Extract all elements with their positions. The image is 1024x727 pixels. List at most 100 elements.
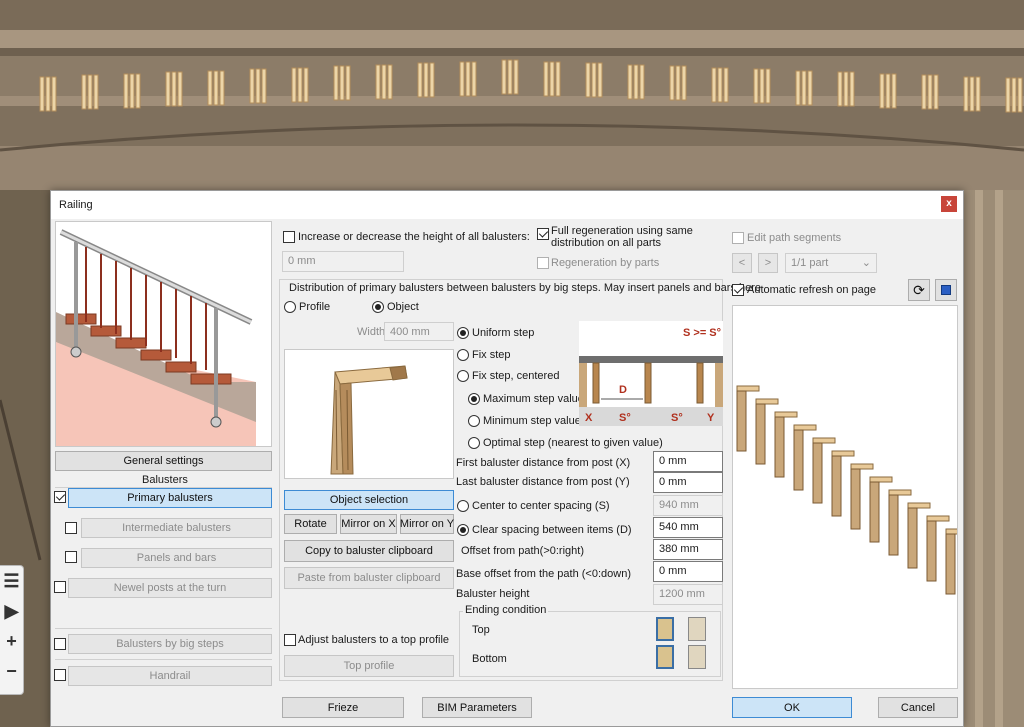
offset-path-label: Offset from path(>0:right): [461, 545, 584, 557]
preview-baluster-top: [945, 528, 969, 535]
previous-part-button[interactable]: <: [732, 253, 752, 273]
mirror-x-button[interactable]: Mirror on X: [340, 514, 397, 534]
profile-radio[interactable]: [284, 301, 296, 313]
full-regeneration-checkbox[interactable]: [537, 228, 549, 240]
newel-posts-button[interactable]: Newel posts at the turn: [68, 578, 272, 598]
3d-view-button[interactable]: [935, 279, 957, 301]
last-distance-label: Last baluster distance from post (Y): [456, 476, 630, 488]
cornice-dentil: [381, 64, 387, 100]
close-button[interactable]: x: [941, 196, 957, 212]
play-icon[interactable]: ▶: [0, 596, 23, 626]
ending-bottom-icon-2[interactable]: [688, 645, 706, 669]
ending-top-icon-1[interactable]: [656, 617, 674, 641]
increase-height-checkbox[interactable]: [283, 231, 295, 243]
preview-baluster-top: [812, 437, 836, 444]
zoom-out-icon[interactable]: −: [0, 656, 23, 686]
preview-baluster-top: [736, 385, 760, 392]
ending-top-label: Top: [472, 624, 490, 636]
paste-clipboard-button[interactable]: Paste from baluster clipboard: [284, 567, 454, 589]
optimal-step-radio[interactable]: [468, 437, 480, 449]
mirror-y-button[interactable]: Mirror on Y: [400, 514, 454, 534]
object-selection-button[interactable]: Object selection: [284, 490, 454, 510]
part-select[interactable]: 1/1 part ⌄: [785, 253, 877, 273]
edit-path-segments-checkbox[interactable]: [732, 232, 744, 244]
last-distance-input[interactable]: 0 mm: [653, 472, 723, 493]
ending-top-icon-2[interactable]: [688, 617, 706, 641]
preview-baluster: [793, 429, 804, 491]
cornice-dentil: [345, 65, 351, 101]
width-input[interactable]: 400 mm: [384, 322, 454, 341]
viewport-side-toolbar: ☰ ▶ + −: [0, 565, 24, 695]
cornice-dentil: [93, 74, 99, 110]
baluster-height-input[interactable]: 1200 mm: [653, 584, 723, 605]
top-profile-button[interactable]: Top profile: [284, 655, 454, 677]
ending-condition-group: [459, 611, 721, 677]
cornice-dentil: [807, 70, 813, 106]
cornice-dentil: [249, 68, 255, 104]
intermediate-balusters-checkbox[interactable]: [65, 522, 77, 534]
fix-step-label: Fix step: [472, 349, 511, 361]
balusters-big-steps-checkbox[interactable]: [54, 638, 66, 650]
newel-posts-checkbox[interactable]: [54, 581, 66, 593]
3d-preview-pane[interactable]: [732, 305, 969, 689]
regeneration-by-parts-checkbox[interactable]: [537, 257, 549, 269]
cornice-dentil: [429, 62, 435, 98]
primary-balusters-button[interactable]: Primary balusters: [68, 488, 272, 508]
edit-path-segments-label: Edit path segments: [747, 232, 842, 244]
refresh-icon: ⟳: [913, 281, 925, 298]
cornice-dentil: [423, 62, 429, 98]
cornice-dentil: [837, 71, 843, 107]
fix-step-radio[interactable]: [457, 349, 469, 361]
cornice-dentil: [969, 76, 975, 112]
balusters-big-steps-button[interactable]: Balusters by big steps: [68, 634, 272, 654]
diagram-s1-label: S°: [619, 412, 631, 424]
primary-balusters-checkbox[interactable]: [54, 491, 66, 503]
cornice-dentil: [219, 70, 225, 106]
rotate-button[interactable]: Rotate: [284, 514, 337, 534]
increase-height-input[interactable]: 0 mm: [282, 251, 404, 272]
cornice-dentil: [123, 73, 129, 109]
wooden-baluster-illustration: [330, 365, 408, 475]
base-offset-input[interactable]: 0 mm: [653, 561, 723, 582]
preview-baluster-top: [793, 424, 817, 431]
handrail-button[interactable]: Handrail: [68, 666, 272, 686]
center-spacing-radio[interactable]: [457, 500, 469, 512]
adjust-top-profile-checkbox[interactable]: [284, 634, 296, 646]
preview-baluster-top: [888, 489, 912, 496]
intermediate-balusters-button[interactable]: Intermediate balusters: [81, 518, 272, 538]
min-step-radio[interactable]: [468, 415, 480, 427]
first-distance-label: First baluster distance from post (X): [456, 457, 631, 469]
offset-path-input[interactable]: 380 mm: [653, 539, 723, 560]
zoom-in-icon[interactable]: +: [0, 626, 23, 656]
uniform-step-radio[interactable]: [457, 327, 469, 339]
first-distance-input[interactable]: 0 mm: [653, 451, 723, 472]
copy-clipboard-button[interactable]: Copy to baluster clipboard: [284, 540, 454, 562]
list-icon[interactable]: ☰: [0, 566, 23, 596]
fix-step-centered-radio[interactable]: [457, 370, 469, 382]
cancel-button[interactable]: Cancel: [878, 697, 958, 718]
general-settings-button[interactable]: General settings: [55, 451, 272, 471]
panels-and-bars-button[interactable]: Panels and bars: [81, 548, 272, 568]
railing-dialog: Railing x General settings Balusters Pri…: [50, 190, 969, 727]
refresh-button[interactable]: ⟳: [908, 279, 930, 301]
preview-baluster: [888, 494, 899, 556]
frieze-button[interactable]: Frieze: [282, 697, 404, 718]
auto-refresh-checkbox[interactable]: [732, 284, 744, 296]
clear-spacing-radio[interactable]: [457, 524, 469, 536]
cornice-dentil: [375, 64, 381, 100]
object-radio[interactable]: [372, 301, 384, 313]
full-regeneration-label-line1: Full regeneration using same: [551, 225, 693, 237]
handrail-checkbox[interactable]: [54, 669, 66, 681]
ending-bottom-label: Bottom: [472, 653, 507, 665]
ending-bottom-icon-1[interactable]: [656, 645, 674, 669]
panels-and-bars-checkbox[interactable]: [65, 551, 77, 563]
cornice-dentil: [297, 67, 303, 103]
adjust-top-profile-label: Adjust balusters to a top profile: [298, 634, 450, 646]
clear-spacing-input[interactable]: 540 mm: [653, 517, 723, 538]
center-spacing-input[interactable]: 940 mm: [653, 495, 723, 516]
3d-view-icon: [941, 285, 951, 295]
next-part-button[interactable]: >: [758, 253, 778, 273]
max-step-radio[interactable]: [468, 393, 480, 405]
bim-parameters-button[interactable]: BIM Parameters: [422, 697, 532, 718]
ok-button[interactable]: OK: [732, 697, 852, 718]
